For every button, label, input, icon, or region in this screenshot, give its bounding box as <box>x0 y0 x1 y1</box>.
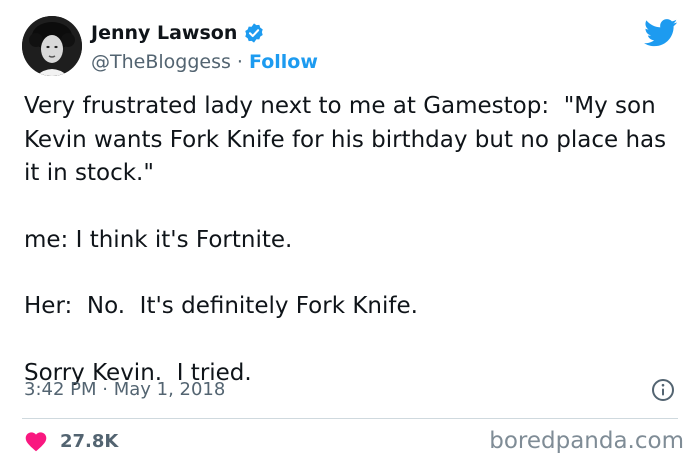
watermark: boredpanda.com <box>489 428 684 454</box>
follow-button[interactable]: Follow <box>249 51 318 73</box>
twitter-bird-icon[interactable] <box>644 19 678 47</box>
verified-badge-icon <box>243 22 265 44</box>
like-group[interactable]: 27.8K <box>24 430 118 452</box>
info-icon[interactable] <box>651 378 675 402</box>
avatar[interactable] <box>22 16 82 76</box>
profile-photo <box>22 16 82 76</box>
divider <box>22 418 678 419</box>
heart-icon[interactable] <box>24 430 48 452</box>
tweet-paragraph: me: I think it's Fortnite. <box>24 226 293 253</box>
tweet-paragraph: Very frustrated lady next to me at Games… <box>24 93 674 186</box>
handle-separator: · <box>230 51 250 73</box>
tweet-timestamp[interactable]: 3:42 PM · May 1, 2018 <box>24 379 225 400</box>
tweet-text: Very frustrated lady next to me at Games… <box>24 90 684 390</box>
like-count: 27.8K <box>60 430 119 452</box>
author-name-row: Jenny Lawson <box>91 22 265 44</box>
author-handle[interactable]: @TheBloggess <box>91 51 231 73</box>
tweet-paragraph: Her: No. It's definitely Fork Knife. <box>24 293 418 319</box>
author-handle-row: @TheBloggess · Follow <box>91 51 318 73</box>
author-name[interactable]: Jenny Lawson <box>91 22 237 44</box>
